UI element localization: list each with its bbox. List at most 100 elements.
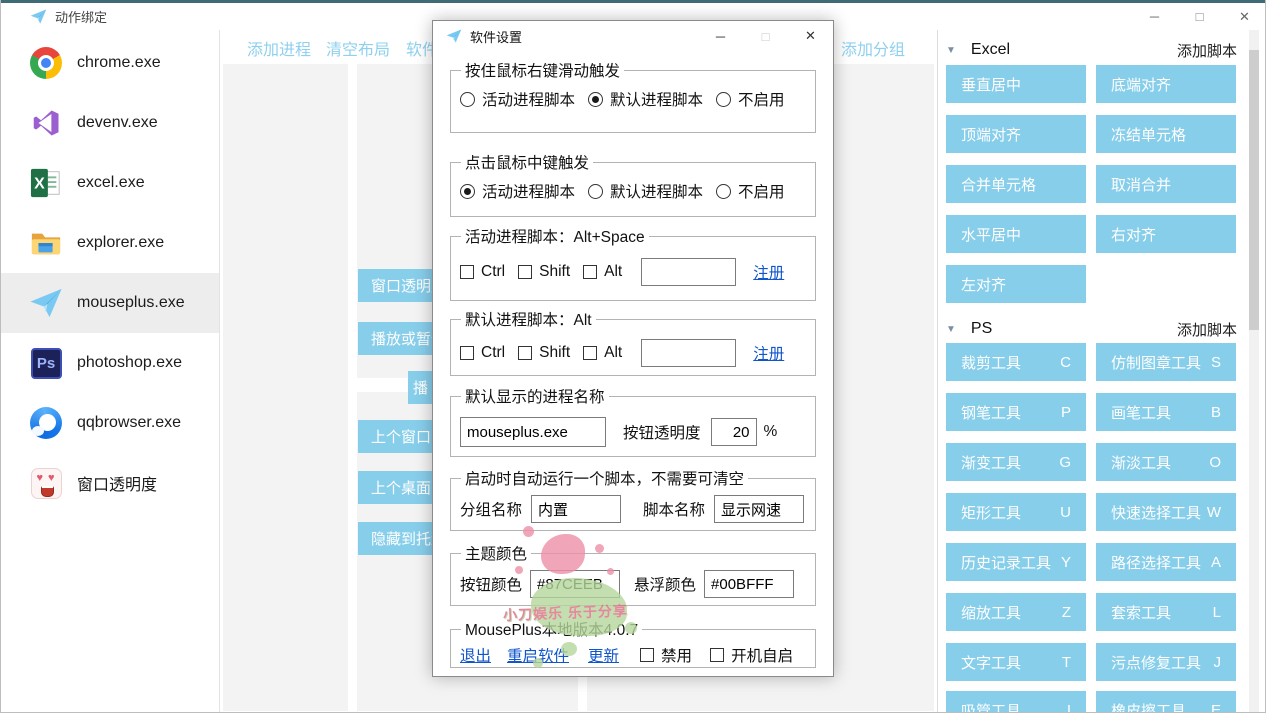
radio-icon[interactable]	[588, 184, 603, 199]
checkbox-icon[interactable]	[460, 346, 474, 360]
button-color-input[interactable]	[530, 570, 620, 598]
sidebar-item-qqbrowser[interactable]: qqbrowser.exe	[1, 393, 219, 453]
excel-script-button[interactable]: 取消合并	[1096, 165, 1236, 203]
radio-disabled[interactable]: 不启用	[716, 88, 785, 110]
radio-active-process-script[interactable]: 活动进程脚本	[460, 180, 575, 202]
radio-icon[interactable]	[716, 184, 731, 199]
ps-script-button[interactable]: 渐淡工具O	[1096, 443, 1236, 481]
radio-icon[interactable]	[716, 92, 731, 107]
checkbox-ctrl[interactable]: Ctrl	[460, 263, 505, 281]
button-opacity-input[interactable]	[711, 418, 757, 446]
ps-script-button[interactable]: 矩形工具U	[946, 493, 1086, 531]
restart-link[interactable]: 重启软件	[507, 644, 569, 666]
ps-script-button[interactable]: 文字工具T	[946, 643, 1086, 681]
excel-script-button[interactable]: 冻结单元格	[1096, 115, 1236, 153]
excel-script-button[interactable]: 底端对齐	[1096, 65, 1236, 103]
ps-script-button[interactable]: 橡皮擦工具E	[1096, 691, 1236, 713]
hotkey-input[interactable]	[641, 339, 736, 367]
ps-script-button[interactable]: 历史记录工具Y	[946, 543, 1086, 581]
ps-script-button[interactable]: 渐变工具G	[946, 443, 1086, 481]
sidebar-item-chrome[interactable]: chrome.exe	[1, 33, 219, 93]
nav-clear-layout[interactable]: 清空布局	[326, 36, 390, 60]
excel-script-button[interactable]: 顶端对齐	[946, 115, 1086, 153]
group-default-process-hotkey: 默认进程脚本：Alt Ctrl Shift Alt 注册	[450, 308, 816, 376]
checkbox-ctrl[interactable]: Ctrl	[460, 344, 505, 362]
checkbox-shift[interactable]: Shift	[518, 263, 570, 281]
chevron-down-icon[interactable]: ▼	[946, 324, 956, 335]
sidebar-item-label: devenv.exe	[77, 114, 158, 132]
ps-script-button[interactable]: 吸管工具I	[946, 691, 1086, 713]
radio-active-process-script[interactable]: 活动进程脚本	[460, 88, 575, 110]
default-process-input[interactable]	[460, 417, 606, 447]
hover-color-input[interactable]	[704, 570, 794, 598]
radio-default-process-script[interactable]: 默认进程脚本	[588, 88, 703, 110]
add-script-link[interactable]: 添加脚本	[1177, 40, 1237, 61]
nav-add-process[interactable]: 添加进程	[247, 36, 311, 60]
checkbox-icon[interactable]	[518, 346, 532, 360]
script-name-input[interactable]	[714, 495, 804, 523]
excel-script-button[interactable]: 合并单元格	[946, 165, 1086, 203]
checkbox-autostart[interactable]: 开机自启	[710, 644, 793, 666]
register-link[interactable]: 注册	[753, 261, 784, 283]
sidebar-item-window-opacity[interactable]: 窗口透明度	[1, 453, 219, 513]
hotkey-input[interactable]	[641, 258, 736, 286]
checkbox-disable[interactable]: 禁用	[640, 644, 692, 666]
chevron-down-icon[interactable]: ▼	[946, 45, 956, 56]
close-icon[interactable]: ✕	[1222, 4, 1266, 30]
excel-script-button[interactable]: 水平居中	[946, 215, 1086, 253]
ps-script-button[interactable]: 路径选择工具A	[1096, 543, 1236, 581]
radio-default-process-script[interactable]: 默认进程脚本	[588, 180, 703, 202]
close-icon[interactable]: ✕	[788, 22, 833, 50]
checkbox-shift[interactable]: Shift	[518, 344, 570, 362]
window-title: 动作绑定	[55, 7, 107, 26]
ps-script-button[interactable]: 套索工具L	[1096, 593, 1236, 631]
group-name-input[interactable]	[531, 495, 621, 523]
script-label: 底端对齐	[1111, 74, 1171, 95]
ps-script-button[interactable]: 裁剪工具C	[946, 343, 1086, 381]
maximize-icon[interactable]: □	[1177, 4, 1222, 30]
nav-add-group[interactable]: 添加分组	[841, 36, 905, 60]
window-controls: ─ □ ✕	[1132, 4, 1266, 30]
checkbox-icon[interactable]	[518, 265, 532, 279]
checkbox-icon[interactable]	[640, 648, 654, 662]
ps-script-button[interactable]: 缩放工具Z	[946, 593, 1086, 631]
radio-disabled[interactable]: 不启用	[716, 180, 785, 202]
group-name[interactable]: PS	[971, 320, 992, 338]
canvas-group-panel	[223, 64, 348, 711]
ps-script-button[interactable]: 画笔工具B	[1096, 393, 1236, 431]
radio-icon[interactable]	[460, 184, 475, 199]
checkbox-icon[interactable]	[583, 346, 597, 360]
group-name[interactable]: Excel	[971, 41, 1010, 59]
script-key: J	[1214, 654, 1222, 671]
add-script-link[interactable]: 添加脚本	[1177, 319, 1237, 340]
exit-link[interactable]: 退出	[460, 644, 491, 666]
dialog-titlebar: 软件设置 ─ □ ✕	[433, 21, 833, 51]
sidebar-item-photoshop[interactable]: Ps photoshop.exe	[1, 333, 219, 393]
minimize-icon[interactable]: ─	[698, 22, 743, 50]
update-link[interactable]: 更新	[588, 644, 619, 666]
ps-script-button[interactable]: 污点修复工具J	[1096, 643, 1236, 681]
excel-script-button[interactable]: 左对齐	[946, 265, 1086, 303]
ps-script-button[interactable]: 钢笔工具P	[946, 393, 1086, 431]
checkbox-alt[interactable]: Alt	[583, 263, 622, 281]
checkbox-icon[interactable]	[710, 648, 724, 662]
sidebar-item-devenv[interactable]: devenv.exe	[1, 93, 219, 153]
right-panel-scrollbar-thumb[interactable]	[1249, 50, 1259, 330]
excel-script-button[interactable]: 右对齐	[1096, 215, 1236, 253]
radio-icon[interactable]	[460, 92, 475, 107]
sidebar-item-explorer[interactable]: explorer.exe	[1, 213, 219, 273]
checkbox-icon[interactable]	[583, 265, 597, 279]
script-label: 矩形工具	[961, 502, 1021, 523]
register-link[interactable]: 注册	[753, 342, 784, 364]
sidebar-item-excel[interactable]: X excel.exe	[1, 153, 219, 213]
checkbox-icon[interactable]	[460, 265, 474, 279]
checkbox-alt[interactable]: Alt	[583, 344, 622, 362]
dialog-paper-plane-icon	[446, 28, 462, 44]
minimize-icon[interactable]: ─	[1132, 4, 1177, 30]
sidebar-item-mouseplus[interactable]: mouseplus.exe	[1, 273, 219, 333]
excel-script-button[interactable]: 垂直居中	[946, 65, 1086, 103]
radio-icon[interactable]	[588, 92, 603, 107]
sidebar-item-label: qqbrowser.exe	[77, 414, 181, 432]
ps-script-button[interactable]: 快速选择工具W	[1096, 493, 1236, 531]
ps-script-button[interactable]: 仿制图章工具S	[1096, 343, 1236, 381]
